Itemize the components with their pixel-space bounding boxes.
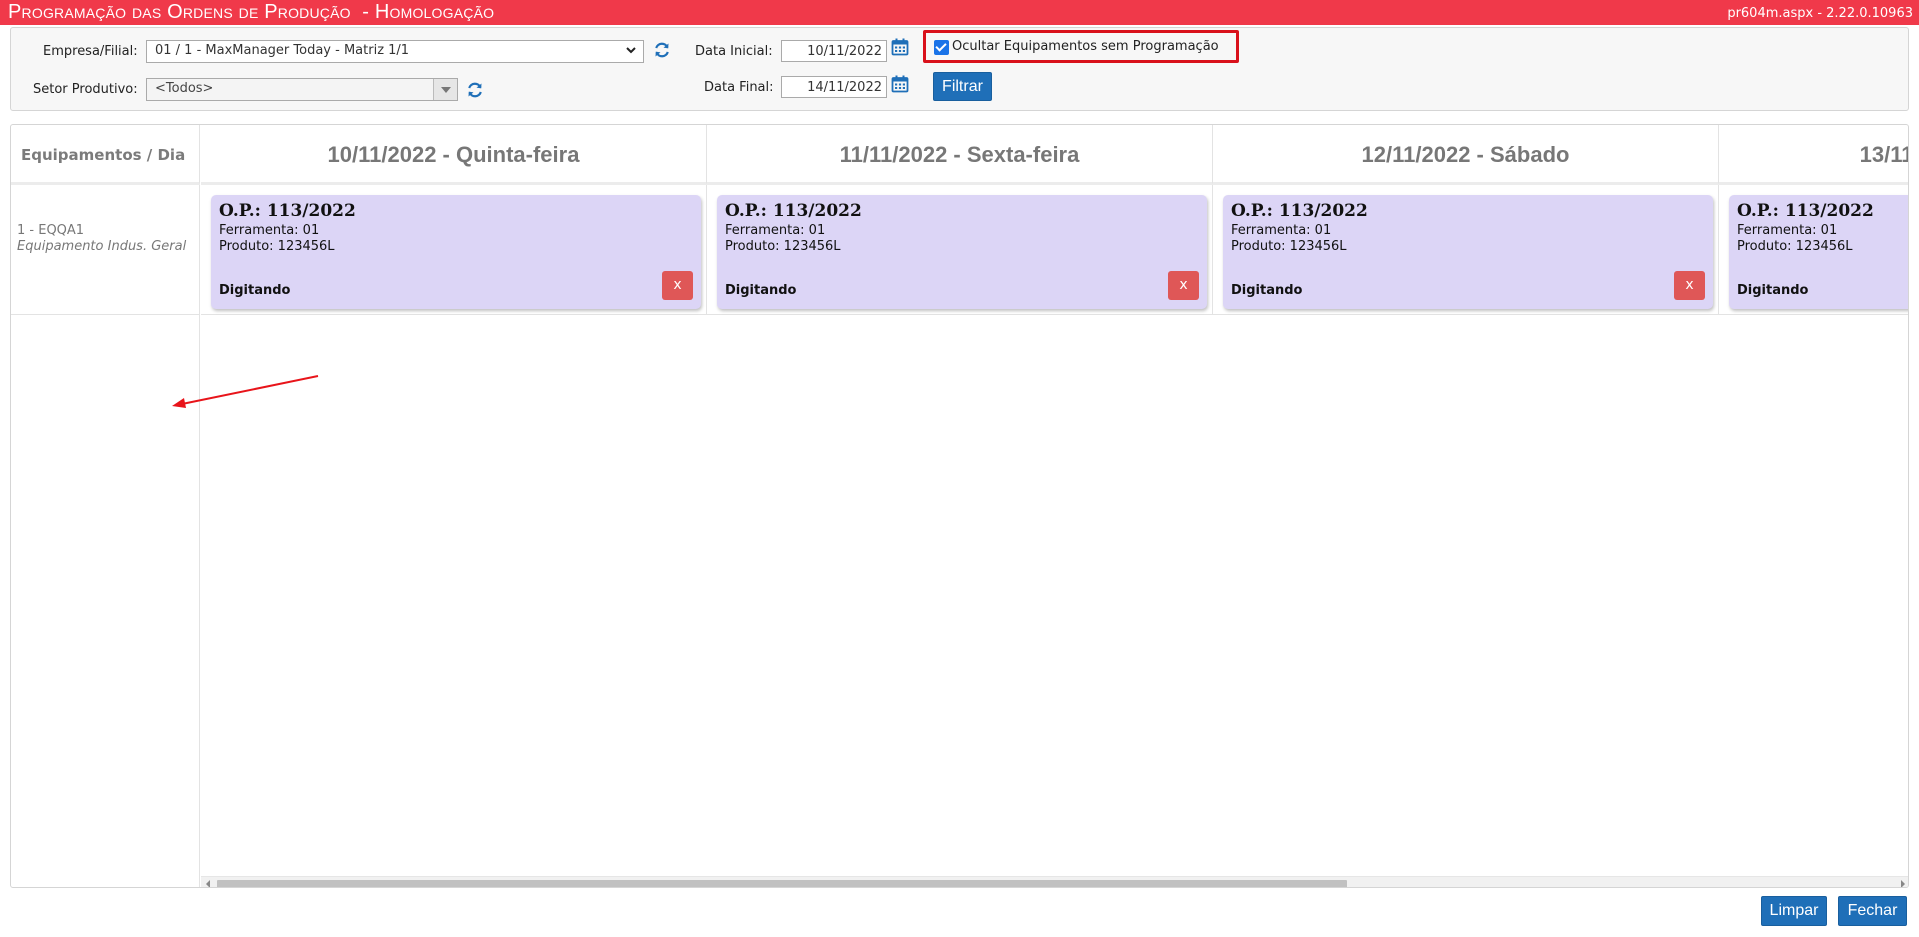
day-header: 10/11/2022 - Quinta-feira [201, 125, 707, 185]
data-inicial-label: Data Inicial: [695, 44, 773, 59]
day-cell: O.P.: 113/2022 Ferramenta: 01 Produto: 1… [1213, 185, 1719, 315]
op-status: Digitando [725, 283, 797, 298]
day-column: 10/11/2022 - Quinta-feira O.P.: 113/2022… [201, 125, 707, 315]
setor-select[interactable]: <Todos> [146, 78, 458, 101]
op-produto: Produto: 123456L [219, 239, 335, 254]
calendar-icon[interactable] [891, 38, 909, 56]
version-label: pr604m.aspx - 2.22.0.10963 [1727, 6, 1913, 21]
op-status: Digitando [1737, 283, 1809, 298]
empresa-select[interactable]: 01 / 1 - MaxManager Today - Matriz 1/1 [146, 40, 644, 63]
op-ferramenta: Ferramenta: 01 [219, 223, 320, 238]
filter-panel: Empresa/Filial: 01 / 1 - MaxManager Toda… [10, 27, 1909, 111]
op-ferramenta: Ferramenta: 01 [1737, 223, 1838, 238]
calendar-icon[interactable] [891, 75, 909, 93]
equipment-code: 1 - EQQA1 [17, 223, 85, 238]
day-header: 12/11/2022 - Sábado [1213, 125, 1719, 185]
day-cell: O.P.: 113/2022 Ferramenta: 01 Produto: 1… [201, 185, 707, 315]
empresa-select-value: 01 / 1 - MaxManager Today - Matriz 1/1 [155, 43, 410, 58]
horizontal-scrollbar[interactable] [201, 876, 1908, 887]
op-card[interactable]: O.P.: 113/2022 Ferramenta: 01 Produto: 1… [1729, 195, 1908, 309]
page-title: Programação das Ordens de Produção - Hom… [8, 1, 495, 23]
equipment-description: Equipamento Indus. Geral [17, 239, 187, 254]
scrollbar-thumb[interactable] [217, 880, 1347, 887]
op-produto: Produto: 123456L [1231, 239, 1347, 254]
op-number: O.P.: 113/2022 [219, 201, 356, 221]
day-column: 11/11/2022 - Sexta-feira O.P.: 113/2022 … [707, 125, 1213, 315]
day-header-label: 10/11/2022 - Quinta-feira [327, 142, 580, 167]
limpar-button[interactable]: Limpar [1761, 896, 1827, 926]
empresa-label: Empresa/Filial: [43, 44, 138, 59]
day-header-label: 11/11/2022 - Sexta-feira [839, 142, 1080, 167]
day-header-label: 12/11/2022 - Sábado [1361, 142, 1570, 167]
grid-corner-header: Equipamentos / Dia [11, 125, 200, 185]
scroll-right-icon[interactable] [1901, 880, 1905, 887]
equipamentos-dia-label: Equipamentos / Dia [21, 146, 186, 164]
checkbox-checked-icon[interactable] [934, 40, 949, 55]
ocultar-equipamentos-label[interactable]: Ocultar Equipamentos sem Programação [952, 39, 1219, 54]
op-card[interactable]: O.P.: 113/2022 Ferramenta: 01 Produto: 1… [717, 195, 1207, 309]
day-header: 11/11/2022 - Sexta-feira [707, 125, 1213, 185]
op-status: Digitando [1231, 283, 1303, 298]
data-inicial-input[interactable]: 10/11/2022 [781, 40, 887, 62]
day-cell: O.P.: 113/2022 Ferramenta: 01 Produto: 1… [707, 185, 1213, 315]
setor-label: Setor Produtivo: [33, 82, 138, 97]
op-card[interactable]: O.P.: 113/2022 Ferramenta: 01 Produto: 1… [211, 195, 701, 309]
equipment-row-header: 1 - EQQA1 Equipamento Indus. Geral [11, 185, 200, 315]
remove-op-button[interactable]: x [662, 271, 693, 300]
annotation-arrow-icon [172, 375, 319, 408]
day-column: 13/11/2022 - Domingo O.P.: 113/2022 Ferr… [1719, 125, 1909, 315]
op-ferramenta: Ferramenta: 01 [1231, 223, 1332, 238]
scroll-left-icon[interactable] [206, 880, 210, 887]
day-header: 13/11/2022 - Domingo [1719, 125, 1909, 185]
op-produto: Produto: 123456L [1737, 239, 1853, 254]
op-card[interactable]: O.P.: 113/2022 Ferramenta: 01 Produto: 1… [1223, 195, 1713, 309]
ocultar-equipamentos-checkbox[interactable]: Ocultar Equipamentos sem Programação [923, 30, 1239, 63]
day-column: 12/11/2022 - Sábado O.P.: 113/2022 Ferra… [1213, 125, 1719, 315]
op-number: O.P.: 113/2022 [1737, 201, 1874, 221]
remove-op-button[interactable]: x [1674, 271, 1705, 300]
refresh-empresa-icon[interactable] [652, 40, 672, 60]
chevron-down-icon [625, 44, 637, 59]
refresh-setor-icon[interactable] [465, 80, 485, 100]
filtrar-button[interactable]: Filtrar [933, 72, 992, 101]
data-final-label: Data Final: [704, 80, 774, 95]
setor-select-value: <Todos> [155, 81, 214, 96]
day-columns: 10/11/2022 - Quinta-feira O.P.: 113/2022… [201, 125, 1909, 887]
op-produto: Produto: 123456L [725, 239, 841, 254]
data-final-input[interactable]: 14/11/2022 [781, 76, 887, 98]
fechar-button[interactable]: Fechar [1838, 896, 1907, 926]
remove-op-button[interactable]: x [1168, 271, 1199, 300]
op-number: O.P.: 113/2022 [1231, 201, 1368, 221]
op-number: O.P.: 113/2022 [725, 201, 862, 221]
dropdown-arrow-icon[interactable] [433, 79, 457, 100]
op-status: Digitando [219, 283, 291, 298]
schedule-grid: Equipamentos / Dia 1 - EQQA1 Equipamento… [10, 124, 1909, 888]
day-cell: O.P.: 113/2022 Ferramenta: 01 Produto: 1… [1719, 185, 1908, 315]
title-bar: Programação das Ordens de Produção - Hom… [0, 0, 1919, 25]
op-ferramenta: Ferramenta: 01 [725, 223, 826, 238]
day-header-label: 13/11/2022 - Domingo [1859, 142, 1909, 167]
